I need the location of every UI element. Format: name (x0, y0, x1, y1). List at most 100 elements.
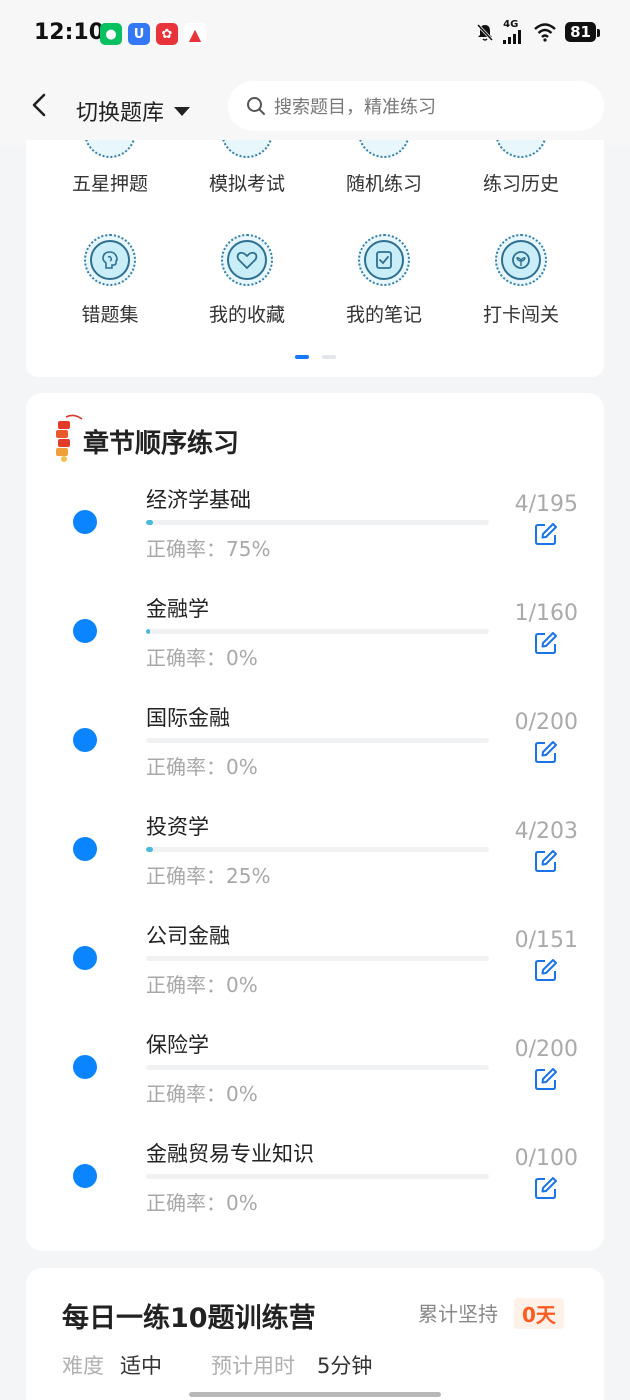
heart-icon (236, 251, 258, 269)
chapter-row[interactable]: 经济学基础 正确率：75% 4/195 (26, 474, 604, 584)
status-app-icons: ● U ✿ ▲ (100, 23, 206, 45)
edit-icon[interactable] (533, 1175, 559, 1201)
feature-grid: 五星押题 模拟考试 随机练习 练习历史 错题集 我的收藏 我的笔记 打卡闯关 (26, 140, 604, 377)
question-count: 4/195 (514, 492, 578, 517)
feature-label: 随机练习 (345, 173, 422, 195)
switch-bank-label: 切换题库 (76, 101, 165, 126)
chapter-bullet (73, 1055, 97, 1079)
page-indicator (295, 355, 336, 359)
feature-notes[interactable]: 我的笔记 (324, 234, 444, 327)
chapter-name: 国际金融 (146, 706, 230, 730)
status-time: 12:10 (34, 20, 105, 45)
chapter-name: 公司金融 (146, 924, 230, 948)
accuracy-prefix: 正确率： (146, 864, 226, 888)
chapter-name: 保险学 (146, 1033, 209, 1057)
chapter-row[interactable]: 金融贸易专业知识 正确率：0% 0/100 (26, 1128, 604, 1238)
chapter-bullet (73, 837, 97, 861)
chapter-row[interactable]: 国际金融 正确率：0% 0/200 (26, 692, 604, 802)
accuracy-value: 0% (226, 1082, 258, 1106)
chapter-row[interactable]: 保险学 正确率：0% 0/200 (26, 1019, 604, 1129)
status-bar: 12:10 ● U ✿ ▲ 4G 81 (0, 0, 630, 68)
difficulty-value: 适中 (120, 1354, 162, 1378)
page-dot-active (295, 355, 309, 359)
question-count: 0/100 (514, 1146, 578, 1171)
feature-random-practice[interactable]: 随机练习 (324, 169, 444, 196)
back-icon[interactable] (26, 90, 52, 120)
progress-track (146, 847, 489, 852)
chapter-bullet (73, 946, 97, 970)
feature-mock-exam[interactable]: 模拟考试 (187, 169, 307, 196)
accuracy-prefix: 正确率： (146, 1191, 226, 1215)
switch-bank-dropdown[interactable]: 切换题库 (76, 95, 191, 127)
chapter-row[interactable]: 金融学 正确率：0% 1/160 (26, 583, 604, 693)
edit-icon[interactable] (533, 521, 559, 547)
accuracy-prefix: 正确率： (146, 646, 226, 670)
accuracy-text: 正确率：0% (146, 969, 258, 998)
note-icon (376, 251, 392, 269)
app-red-icon: ✿ (156, 23, 178, 45)
daily-practice-card[interactable]: 每日一练10题训练营 累计坚持 0天 难度 适中 预计用时 5分钟 (26, 1268, 604, 1400)
progress-fill (146, 520, 154, 525)
app-triangle-icon: ▲ (184, 23, 206, 45)
status-right: 4G 81 (475, 20, 600, 44)
feature-wrong-questions[interactable]: 错题集 (50, 234, 170, 327)
feature-five-star[interactable]: 五星押题 (50, 169, 170, 196)
persist-label: 累计坚持 (418, 1302, 498, 1326)
accuracy-text: 正确率：0% (146, 1078, 258, 1107)
battery-indicator: 81 (565, 22, 600, 42)
chapter-name: 金融学 (146, 597, 209, 621)
accuracy-text: 正确率：0% (146, 751, 258, 780)
edit-icon[interactable] (533, 630, 559, 656)
accuracy-prefix: 正确率： (146, 537, 226, 561)
accuracy-value: 0% (226, 1191, 258, 1215)
edit-icon[interactable] (533, 957, 559, 983)
search-icon (247, 97, 265, 115)
wechat-icon: ● (100, 23, 122, 45)
accuracy-value: 0% (226, 646, 258, 670)
feature-label: 打卡闯关 (482, 304, 559, 326)
chapter-bullet (73, 510, 97, 534)
home-indicator[interactable] (189, 1392, 441, 1397)
chapter-bullet (73, 1164, 97, 1188)
search-input[interactable]: 搜索题目，精准练习 (228, 81, 604, 131)
question-count: 1/160 (514, 601, 578, 626)
feature-label: 五星押题 (71, 173, 148, 195)
progress-track (146, 629, 489, 634)
feature-icon-top-2 (221, 140, 273, 158)
brain-icon (102, 251, 118, 269)
accuracy-text: 正确率：75% (146, 533, 270, 562)
chapter-row[interactable]: 投资学 正确率：25% 4/203 (26, 801, 604, 911)
accuracy-value: 75% (226, 537, 271, 561)
accuracy-value: 25% (226, 864, 271, 888)
daily-title: 每日一练10题训练营 (62, 1303, 316, 1334)
chapter-bullet (73, 619, 97, 643)
firecracker-icon (56, 414, 83, 462)
mute-bell-icon (477, 23, 494, 42)
feature-label: 错题集 (81, 304, 139, 326)
progress-fill (146, 847, 153, 852)
chapter-name: 投资学 (146, 815, 209, 839)
edit-icon[interactable] (533, 848, 559, 874)
feature-checkin[interactable]: 打卡闯关 (461, 234, 581, 327)
accuracy-value: 0% (226, 973, 258, 997)
chapter-name: 金融贸易专业知识 (146, 1142, 314, 1166)
progress-fill (146, 629, 151, 634)
edit-icon[interactable] (533, 1066, 559, 1092)
feature-favorites[interactable]: 我的收藏 (187, 234, 307, 327)
accuracy-text: 正确率：0% (146, 1187, 258, 1216)
chapter-row[interactable]: 公司金融 正确率：0% 0/151 (26, 910, 604, 1020)
accuracy-value: 0% (226, 755, 258, 779)
progress-track (146, 1174, 489, 1179)
accuracy-text: 正确率：0% (146, 642, 258, 671)
signal-indicator: 4G (503, 20, 525, 44)
feature-practice-history[interactable]: 练习历史 (461, 169, 581, 196)
feature-icon-top-3 (358, 140, 410, 158)
feature-label: 模拟考试 (208, 173, 285, 195)
time-value: 5分钟 (317, 1354, 373, 1378)
progress-track (146, 1065, 489, 1070)
top-bar: 切换题库 搜索题目，精准练习 (0, 68, 630, 146)
question-count: 4/203 (514, 819, 578, 844)
progress-track (146, 520, 489, 525)
progress-track (146, 738, 489, 743)
edit-icon[interactable] (533, 739, 559, 765)
